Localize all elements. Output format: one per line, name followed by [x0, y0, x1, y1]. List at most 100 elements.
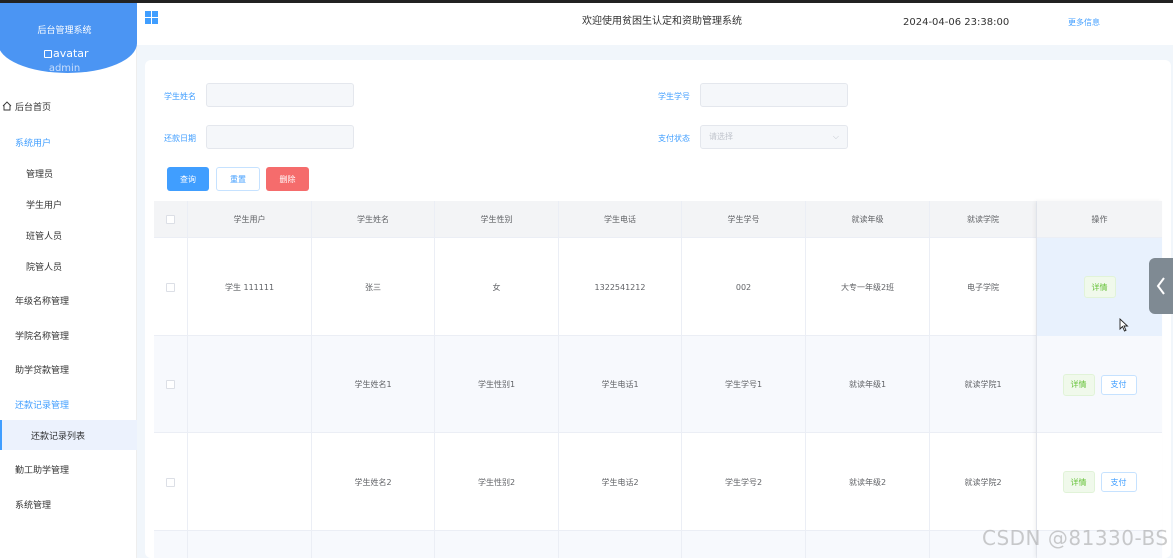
cell-student-user: 学生 111111 [188, 238, 312, 336]
more-info-link[interactable]: 更多信息 [1068, 17, 1100, 28]
sidebar-item-class-managers[interactable]: 班管人员 [0, 220, 137, 250]
sidebar-item-college-names[interactable]: 学院名称管理 [0, 320, 137, 350]
query-button[interactable]: 查询 [167, 167, 209, 191]
cell-student-gender: 女 [435, 238, 559, 336]
sidebar-item-grade-names[interactable]: 年级名称管理 [0, 285, 137, 315]
col-student-user[interactable]: 学生用户 [188, 201, 312, 238]
col-college[interactable]: 就读学院 [930, 201, 1037, 238]
sidebar-item-home[interactable]: 后台首页 [0, 91, 137, 121]
cell-student-id: 学生学号2 [682, 433, 806, 531]
fixed-actions-shadow [1037, 201, 1162, 558]
sidebar-item-label: 后台首页 [15, 102, 52, 113]
brand-title: 后台管理系统 [37, 26, 92, 36]
cell-student-gender: 学生性别1 [435, 336, 559, 433]
top-header: 欢迎使用贫困生认定和资助管理系统 2024-04-06 23:38:00 更多信… [137, 3, 1173, 45]
row-select-cell [154, 336, 188, 433]
watermark: CSDN @81330-BS [982, 526, 1169, 550]
chevron-left-icon [1156, 277, 1165, 295]
brand-header: 后台管理系统 avatar admin [0, 3, 137, 74]
repay-date-label: 还款日期 [164, 134, 196, 143]
sidebar-item-label: 管理员 [26, 169, 54, 180]
cell-college: 电子学院 [930, 238, 1037, 336]
row-checkbox[interactable] [166, 380, 175, 389]
delete-button[interactable]: 删除 [266, 167, 309, 191]
cell-student-user [188, 531, 312, 558]
sidebar-item-student-users[interactable]: 学生用户 [0, 189, 137, 219]
sidebar-item-label: 系统管理 [15, 500, 52, 511]
table-header: 学生用户 学生姓名 学生性别 学生电话 学生学号 就读年级 就读学院 操作 [154, 201, 1162, 238]
chevron-down-icon: ⌵ [832, 132, 839, 141]
pay-status-placeholder: 请选择 [709, 132, 733, 141]
sidebar-item-system-management[interactable]: 系统管理 [0, 489, 137, 519]
cell-student-user [188, 433, 312, 531]
row-checkbox[interactable] [166, 282, 175, 292]
sidebar-item-label: 院管人员 [26, 262, 63, 273]
col-student-phone[interactable]: 学生电话 [559, 201, 682, 238]
cell-student-id: 002 [682, 238, 806, 336]
sidebar-item-work-study[interactable]: 勤工助学管理 [0, 454, 137, 484]
sidebar-item-college-managers[interactable]: 院管人员 [0, 251, 137, 281]
pay-status-select[interactable]: 请选择 ⌵ [700, 125, 848, 149]
sidebar-item-label: 还款记录管理 [15, 400, 70, 411]
cell-student-phone: 1322541212 [559, 238, 682, 336]
student-name-input[interactable] [206, 83, 354, 107]
sidebar-item-system-users[interactable]: 系统用户 [0, 127, 137, 157]
pay-status-label: 支付状态 [658, 134, 690, 143]
avatar-alt-text: avatar [53, 47, 89, 60]
cell-student-user [188, 336, 312, 433]
cell-student-name [312, 531, 435, 558]
table-row[interactable]: 学生姓名2 学生性别2 学生电话2 学生学号2 就读年级2 就读学院2 详情 支… [154, 433, 1162, 531]
cell-grade [806, 531, 930, 558]
cell-student-name: 学生姓名1 [312, 336, 435, 433]
sidebar-item-repayment-list[interactable]: 还款记录列表 [0, 420, 137, 450]
sidebar-item-label: 学院名称管理 [15, 331, 70, 342]
sidebar-item-label: 助学贷款管理 [15, 365, 70, 376]
repay-date-input[interactable] [206, 125, 354, 149]
cell-college: 就读学院1 [930, 336, 1037, 433]
cell-student-id: 学生学号1 [682, 336, 806, 433]
cell-student-phone: 学生电话1 [559, 336, 682, 433]
col-grade[interactable]: 就读年级 [806, 201, 930, 238]
cell-grade: 大专一年级2班 [806, 238, 930, 336]
reset-button[interactable]: 重置 [216, 167, 260, 191]
sidebar-item-student-loans[interactable]: 助学贷款管理 [0, 354, 137, 384]
cell-student-name: 张三 [312, 238, 435, 336]
cell-student-phone: 学生电话2 [559, 433, 682, 531]
select-all-checkbox[interactable] [166, 215, 175, 224]
table-row[interactable]: 学生 111111 张三 女 1322541212 002 大专一年级2班 电子… [154, 238, 1162, 336]
cell-grade: 就读年级1 [806, 336, 930, 433]
row-select-cell [154, 531, 188, 558]
sidebar-item-repayment-records[interactable]: 还款记录管理 [0, 389, 137, 419]
sidebar-item-label: 年级名称管理 [15, 296, 70, 307]
table-row[interactable]: 学生姓名1 学生性别1 学生电话1 学生学号1 就读年级1 就读学院1 详情 支… [154, 336, 1162, 433]
cell-college: 就读学院2 [930, 433, 1037, 531]
row-checkbox[interactable] [166, 477, 175, 487]
sidebar: 后台管理系统 avatar admin 后台首页 系统用户 管理员 学生用户 班… [0, 3, 137, 558]
cell-student-name: 学生姓名2 [312, 433, 435, 531]
col-student-name[interactable]: 学生姓名 [312, 201, 435, 238]
avatar[interactable]: avatar [44, 47, 89, 60]
sidebar-item-label: 勤工助学管理 [15, 465, 70, 476]
row-select-cell [154, 238, 188, 336]
records-table: 学生用户 学生姓名 学生性别 学生电话 学生学号 就读年级 就读学院 操作 学生… [154, 201, 1162, 558]
student-name-label: 学生姓名 [164, 92, 196, 101]
collapse-handle[interactable] [1149, 258, 1173, 314]
sidebar-item-admin[interactable]: 管理员 [0, 158, 137, 188]
menu-toggle-icon[interactable] [145, 11, 158, 24]
broken-image-icon [44, 49, 52, 58]
current-datetime: 2024-04-06 23:38:00 [903, 17, 1010, 28]
student-id-label: 学生学号 [658, 92, 690, 101]
sidebar-item-label: 班管人员 [26, 231, 63, 242]
row-select-cell [154, 433, 188, 531]
cell-student-gender [435, 531, 559, 558]
col-student-gender[interactable]: 学生性别 [435, 201, 559, 238]
student-id-input[interactable] [700, 83, 848, 107]
select-all-cell [154, 201, 188, 238]
username: admin [48, 63, 81, 74]
cell-student-gender: 学生性别2 [435, 433, 559, 531]
cell-student-phone [559, 531, 682, 558]
col-student-id[interactable]: 学生学号 [682, 201, 806, 238]
sidebar-item-label: 系统用户 [15, 138, 52, 149]
page-title: 欢迎使用贫困生认定和资助管理系统 [582, 16, 742, 27]
mouse-cursor-icon [1119, 318, 1129, 332]
